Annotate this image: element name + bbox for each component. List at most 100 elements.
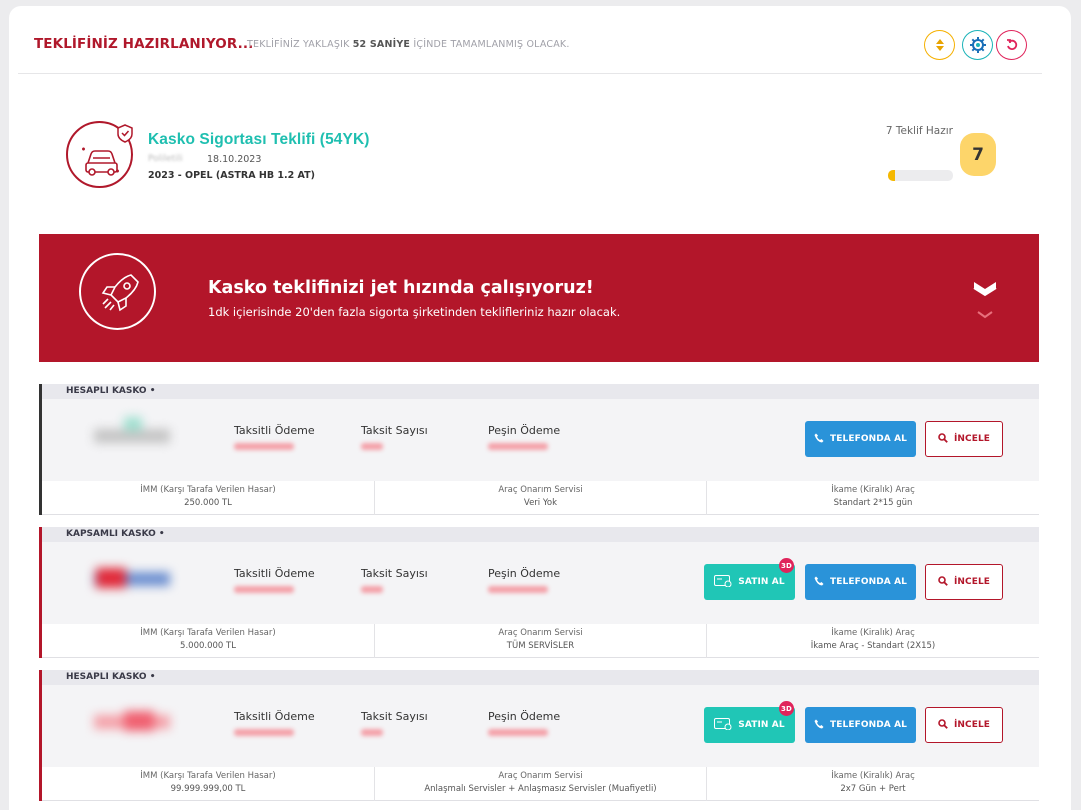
installment-count-label: Taksit Sayısı [361, 424, 428, 437]
phone-purchase-button[interactable]: TELEFONDA AL [805, 707, 916, 743]
sort-button[interactable] [924, 30, 955, 60]
settings-button[interactable] [962, 30, 993, 60]
quote-date: 18.10.2023 [207, 154, 262, 165]
sort-icon [935, 39, 944, 51]
quote-title[interactable]: Kasko Sigortası Teklifi (54YK) [148, 131, 370, 149]
coverage-repair-label: Araç Onarım Servisi [498, 485, 583, 495]
coverage-repair-value: TÜM SERVİSLER [506, 641, 575, 651]
insurer-logo-blurred [86, 558, 178, 600]
offer-coverage-summary: İMM (Karşı Tarafa Verilen Hasar) 5.000.0… [42, 624, 1039, 658]
policy-number-blurred: Poliletili [148, 154, 183, 164]
search-icon [938, 575, 948, 589]
ready-progress-bar [888, 170, 953, 181]
phone-icon [814, 576, 824, 589]
vehicle-info: 2023 - OPEL (ASTRA HB 1.2 AT) [148, 170, 315, 181]
coverage-imm: İMM (Karşı Tarafa Verilen Hasar) 250.000… [42, 481, 374, 515]
ready-count-badge: 7 [960, 133, 996, 176]
inspect-label: İNCELE [953, 577, 991, 587]
cash-payment-label: Peşin Ödeme [488, 567, 561, 580]
subtitle-prefix: TEKLİFİNİZ YAKLAŞIK [247, 39, 350, 50]
installment-count-label: Taksit Sayısı [361, 710, 428, 723]
phone-purchase-label: TELEFONDA AL [830, 720, 907, 730]
inspect-button[interactable]: İNCELE [925, 421, 1003, 457]
refresh-button[interactable] [996, 30, 1027, 60]
installment-payment-label: Taksitli Ödeme [234, 424, 315, 437]
coverage-repair-value: Anlaşmalı Servisler + Anlaşmasız Servisl… [424, 784, 657, 794]
3d-secure-badge: 3D [779, 558, 794, 573]
search-icon [938, 432, 948, 446]
coverage-repair-label: Araç Onarım Servisi [498, 771, 583, 781]
cash-payment-value-blurred [488, 729, 548, 736]
coverage-rental-label: İkame (Kiralık) Araç [831, 628, 915, 638]
installment-payment-value-blurred [234, 443, 294, 450]
coverage-repair: Araç Onarım Servisi Anlaşmalı Servisler … [374, 767, 706, 801]
offer-coverage-summary: İMM (Karşı Tarafa Verilen Hasar) 99.999.… [42, 767, 1039, 801]
phone-icon [814, 433, 824, 446]
insurer-logo-blurred [86, 415, 178, 457]
installment-payment-label: Taksitli Ödeme [234, 710, 315, 723]
offer-card: HESAPLI KASKO • Taksitli Ödeme Taksit Sa… [39, 670, 1039, 801]
coverage-imm-label: İMM (Karşı Tarafa Verilen Hasar) [140, 485, 276, 495]
installment-count-label: Taksit Sayısı [361, 567, 428, 580]
coverage-rental: İkame (Kiralık) Araç Standart 2*15 gün [706, 481, 1039, 515]
offer-coverage-summary: İMM (Karşı Tarafa Verilen Hasar) 250.000… [42, 481, 1039, 515]
refresh-icon [1006, 39, 1017, 50]
phone-purchase-label: TELEFONDA AL [830, 434, 907, 444]
installment-count-value-blurred [361, 586, 383, 593]
insurer-logo-blurred [86, 701, 178, 743]
chevron-down-icon[interactable] [973, 278, 997, 326]
phone-icon [814, 719, 824, 732]
page-header: TEKLİFİNİZ HAZIRLANIYOR... TEKLİFİNİZ YA… [18, 30, 1042, 74]
car-shield-icon [66, 121, 133, 188]
banner-subtitle: 1dk içierisinde 20'den fazla sigorta şir… [208, 305, 621, 319]
coverage-repair: Araç Onarım Servisi Veri Yok [374, 481, 706, 515]
installment-payment-value-blurred [234, 729, 294, 736]
phone-purchase-button[interactable]: TELEFONDA AL [805, 564, 916, 600]
buy-button[interactable]: SATIN AL 3D [704, 701, 795, 743]
offer-type: HESAPLI KASKO • [42, 670, 1039, 685]
offer-type: HESAPLI KASKO • [42, 384, 1039, 399]
coverage-imm-label: İMM (Karşı Tarafa Verilen Hasar) [140, 628, 276, 638]
coverage-rental: İkame (Kiralık) Araç 2x7 Gün + Pert [706, 767, 1039, 801]
coverage-repair-value: Veri Yok [523, 498, 558, 508]
subtitle-suffix: İÇİNDE TAMAMLANMIŞ OLACAK. [413, 39, 570, 50]
credit-card-icon [714, 717, 732, 733]
offer-type: KAPSAMLI KASKO • [42, 527, 1039, 542]
coverage-imm: İMM (Karşı Tarafa Verilen Hasar) 99.999.… [42, 767, 374, 801]
offer-body: Taksitli Ödeme Taksit Sayısı Peşin Ödeme… [42, 399, 1039, 481]
buy-label: SATIN AL [738, 577, 785, 587]
promo-banner: Kasko teklifinizi jet hızında çalışıyoru… [39, 234, 1039, 362]
buy-button[interactable]: SATIN AL 3D [704, 558, 795, 600]
3d-secure-badge: 3D [779, 701, 794, 716]
offer-body: Taksitli Ödeme Taksit Sayısı Peşin Ödeme… [42, 542, 1039, 624]
inspect-label: İNCELE [953, 720, 991, 730]
installment-payment-value-blurred [234, 586, 294, 593]
coverage-repair: Araç Onarım Servisi TÜM SERVİSLER [374, 624, 706, 658]
coverage-imm: İMM (Karşı Tarafa Verilen Hasar) 5.000.0… [42, 624, 374, 658]
credit-card-icon [714, 574, 732, 590]
coverage-rental-value: İkame Araç - Standart (2X15) [810, 641, 936, 651]
offer-card: HESAPLI KASKO • Taksitli Ödeme Taksit Sa… [39, 384, 1039, 515]
ready-offers-label: 7 Teklif Hazır [885, 125, 953, 137]
coverage-rental-value: Standart 2*15 gün [833, 498, 913, 508]
installment-payment-label: Taksitli Ödeme [234, 567, 315, 580]
inspect-label: İNCELE [953, 434, 991, 444]
phone-purchase-label: TELEFONDA AL [830, 577, 907, 587]
cash-payment-label: Peşin Ödeme [488, 710, 561, 723]
coverage-imm-value: 99.999.999,00 TL [170, 784, 246, 794]
inspect-button[interactable]: İNCELE [925, 707, 1003, 743]
cash-payment-value-blurred [488, 443, 548, 450]
phone-purchase-button[interactable]: TELEFONDA AL [805, 421, 916, 457]
coverage-rental: İkame (Kiralık) Araç İkame Araç - Standa… [706, 624, 1039, 658]
coverage-imm-label: İMM (Karşı Tarafa Verilen Hasar) [140, 771, 276, 781]
inspect-button[interactable]: İNCELE [925, 564, 1003, 600]
settings-gear-icon [969, 37, 986, 53]
page-title: TEKLİFİNİZ HAZIRLANIYOR... [34, 36, 254, 52]
cash-payment-label: Peşin Ödeme [488, 424, 561, 437]
coverage-rental-value: 2x7 Gün + Pert [840, 784, 906, 794]
coverage-imm-value: 250.000 TL [184, 498, 232, 508]
coverage-rental-label: İkame (Kiralık) Araç [831, 485, 915, 495]
cash-payment-value-blurred [488, 586, 548, 593]
subtitle-countdown: 52 SANİYE [352, 39, 411, 50]
installment-count-value-blurred [361, 443, 383, 450]
